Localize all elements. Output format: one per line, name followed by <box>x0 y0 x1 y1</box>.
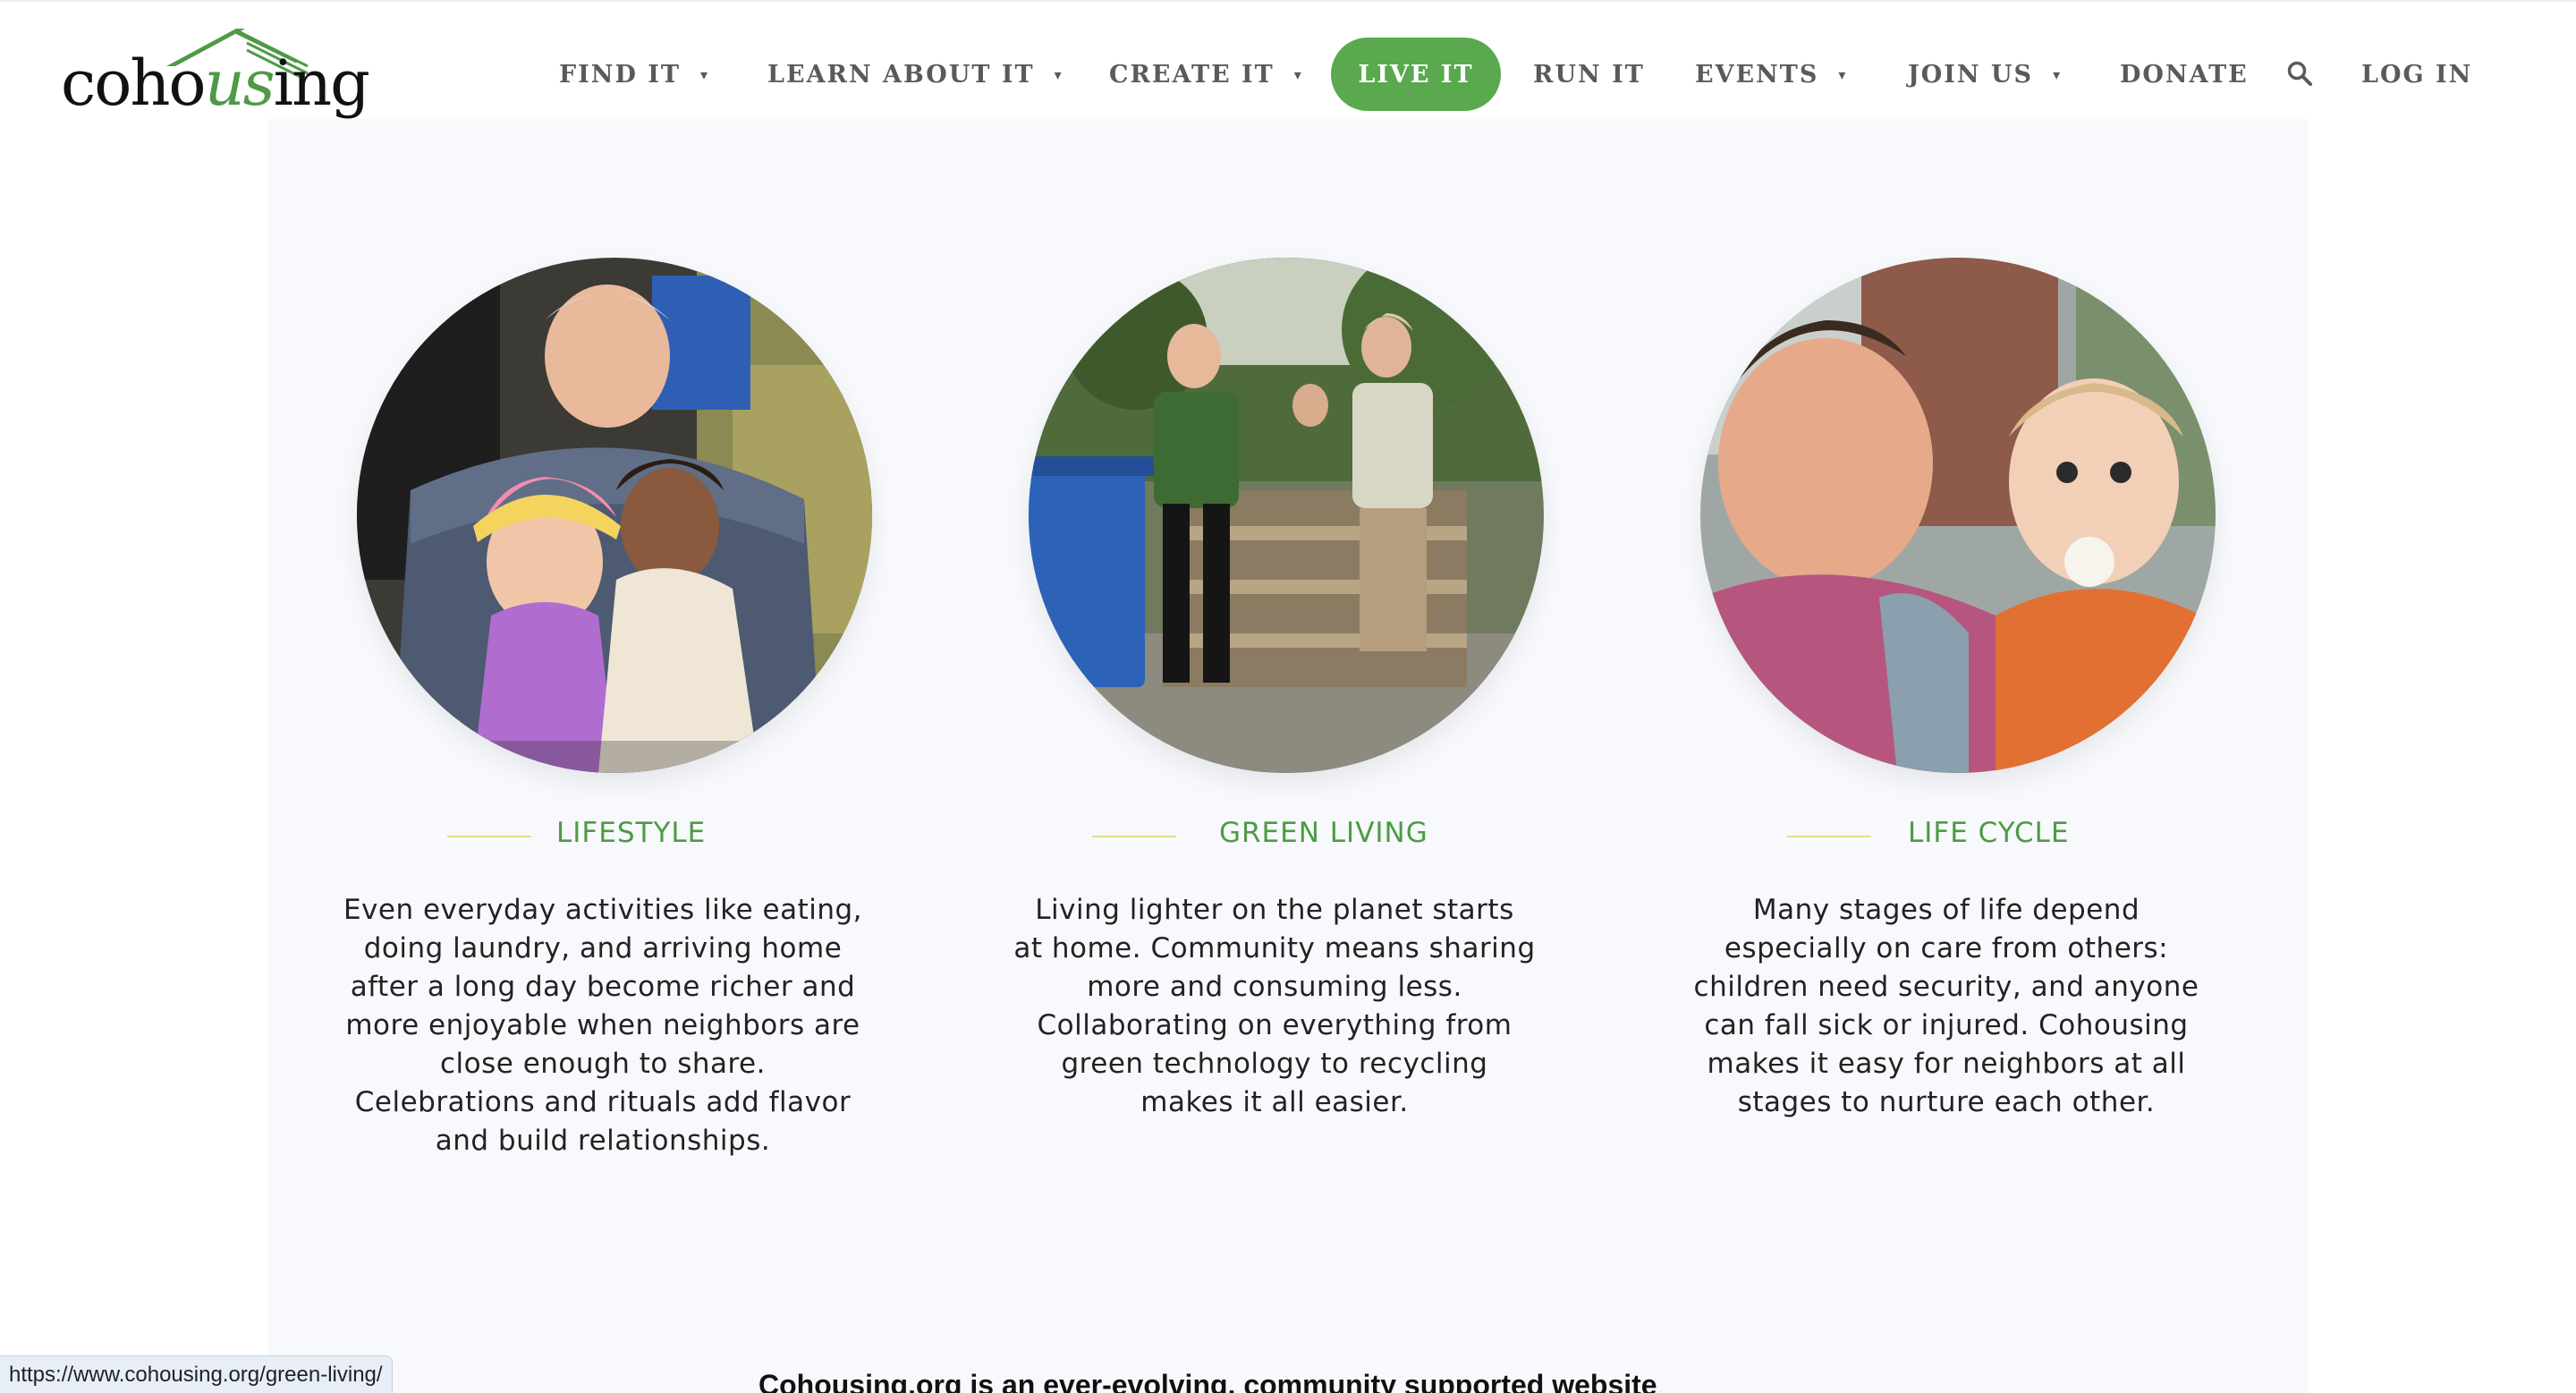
site-header: cohousing FIND IT ▾ LEARN ABOUT IT ▾ CRE… <box>0 0 2576 119</box>
nav-log-in[interactable]: LOG IN <box>2361 38 2472 111</box>
feature-title-label: GREEN LIVING <box>1219 817 1428 849</box>
title-rule <box>447 836 531 837</box>
chevron-down-icon: ▾ <box>1293 65 1301 83</box>
nav-events[interactable]: EVENTS ▾ <box>1695 38 1845 111</box>
description-line: Living lighter on the planet starts <box>1035 894 1514 926</box>
description-line: Even everyday activities like eating, <box>343 894 863 926</box>
description-line: Celebrations and rituals add flavor <box>354 1086 852 1118</box>
nav-learn-about-it-label: LEARN ABOUT IT <box>767 60 1035 89</box>
description-line: Collaborating on everything from <box>1037 1009 1513 1041</box>
description-line: stages to nurture each other. <box>1737 1086 2156 1118</box>
photo-lifestyle[interactable] <box>357 258 872 773</box>
description-line: green technology to recycling <box>1061 1048 1488 1080</box>
description-line: can fall sick or injured. Cohousing <box>1704 1009 2189 1041</box>
description-line: more enjoyable when neighbors are <box>345 1009 860 1041</box>
feature-title-lifestyle: LIFESTYLE <box>326 817 880 856</box>
feature-description-lifestyle: Even everyday activities like eating, do… <box>326 891 880 1160</box>
nav-learn-about-it[interactable]: LEARN ABOUT IT ▾ <box>767 38 1062 111</box>
description-line: more and consuming less. <box>1087 971 1462 1003</box>
nav-create-it-label: CREATE IT <box>1109 60 1275 89</box>
title-rule <box>1787 836 1871 837</box>
site-support-note: Cohousing.org is an ever-evolving, commu… <box>758 1369 1657 1393</box>
feature-title-green-living: GREEN LIVING <box>997 817 1552 856</box>
nav-run-it[interactable]: RUN IT <box>1533 38 1645 111</box>
feature-title-life-cycle: LIFE CYCLE <box>1669 817 2224 856</box>
nav-join-us-label: JOIN US <box>1908 60 2034 89</box>
nav-events-label: EVENTS <box>1695 60 1819 89</box>
feature-title-label: LIFE CYCLE <box>1908 817 2070 849</box>
nav-donate-label: DONATE <box>2120 60 2249 89</box>
browser-status-url: https://www.cohousing.org/green-living/ <box>0 1355 393 1393</box>
description-line: especially on care from others: <box>1724 932 2169 964</box>
nav-live-it-label: LIVE IT <box>1358 60 1474 89</box>
photo-life-cycle[interactable] <box>1700 258 2216 773</box>
nav-find-it[interactable]: FIND IT ▾ <box>559 38 708 111</box>
description-line: Many stages of life depend <box>1752 894 2140 926</box>
main-nav: FIND IT ▾ LEARN ABOUT IT ▾ CREATE IT ▾ L… <box>0 0 2576 119</box>
nav-log-in-label: LOG IN <box>2361 60 2473 89</box>
nav-create-it[interactable]: CREATE IT ▾ <box>1109 38 1301 111</box>
chevron-down-icon: ▾ <box>1054 65 1062 83</box>
nav-join-us[interactable]: JOIN US ▾ <box>1908 38 2060 111</box>
feature-description-life-cycle: Many stages of life depend especially on… <box>1669 891 2224 1122</box>
nav-run-it-label: RUN IT <box>1533 60 1645 89</box>
title-rule <box>1092 836 1176 837</box>
chevron-down-icon: ▾ <box>2053 65 2061 83</box>
nav-find-it-label: FIND IT <box>559 60 682 89</box>
description-line: makes it easy for neighbors at all <box>1707 1048 2186 1080</box>
description-line: at home. Community means sharing <box>1013 932 1536 964</box>
features-panel: LIFESTYLE Even everyday activities like … <box>268 119 2308 1393</box>
green-living-photo-image <box>1029 258 1544 773</box>
description-line: children need security, and anyone <box>1693 971 2199 1003</box>
description-line: close enough to share. <box>440 1048 766 1080</box>
photo-green-living[interactable] <box>1029 258 1544 773</box>
lifestyle-photo-image <box>357 258 872 773</box>
description-line: after a long day become richer and <box>350 971 856 1003</box>
nav-donate[interactable]: DONATE <box>2120 38 2249 111</box>
nav-live-it[interactable]: LIVE IT <box>1331 38 1501 111</box>
description-line: makes it all easier. <box>1140 1086 1409 1118</box>
feature-description-green-living: Living lighter on the planet starts at h… <box>997 891 1552 1122</box>
page: cohousing FIND IT ▾ LEARN ABOUT IT ▾ CRE… <box>0 0 2576 1393</box>
life-cycle-photo-image <box>1700 258 2216 773</box>
description-line: and build relationships. <box>435 1125 771 1157</box>
chevron-down-icon: ▾ <box>1838 65 1846 83</box>
search-icon[interactable] <box>2286 60 2313 87</box>
feature-title-label: LIFESTYLE <box>556 817 707 849</box>
chevron-down-icon: ▾ <box>700 65 708 83</box>
description-line: doing laundry, and arriving home <box>363 932 843 964</box>
